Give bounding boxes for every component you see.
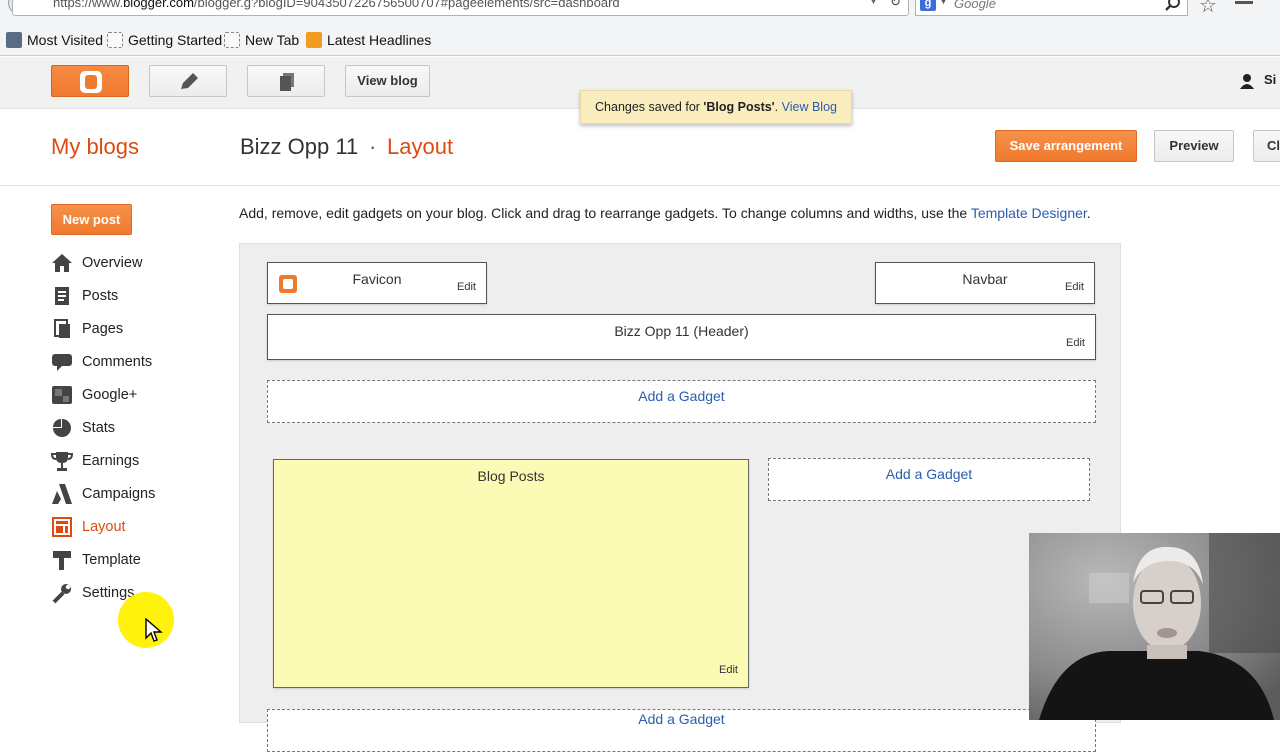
sidebar-item-campaigns[interactable]: Campaigns xyxy=(50,481,230,507)
add-gadget-button[interactable]: Add a Gadget xyxy=(267,380,1096,423)
chevron-down-icon[interactable]: ▼ xyxy=(868,0,879,7)
view-blog-button[interactable]: View blog xyxy=(345,65,430,97)
template-icon xyxy=(53,551,71,570)
navbar-gadget[interactable]: Navbar Edit xyxy=(875,262,1095,304)
webcam-overlay xyxy=(1029,533,1280,720)
trophy-icon xyxy=(51,452,73,471)
sidebar-item-pages[interactable]: Pages xyxy=(50,316,230,342)
posts-list-button[interactable] xyxy=(247,65,325,97)
title-separator: · xyxy=(369,134,377,159)
bookmarks-bar: Most Visited Getting Started New Tab Lat… xyxy=(0,29,1280,51)
home-icon xyxy=(52,254,72,272)
layout-canvas: Favicon Edit Navbar Edit Bizz Opp 11 (He… xyxy=(239,243,1121,752)
preview-button[interactable]: Preview xyxy=(1154,130,1234,162)
my-blogs-link[interactable]: My blogs xyxy=(51,134,139,160)
view-blog-link[interactable]: View Blog xyxy=(782,100,837,114)
search-placeholder: Google xyxy=(954,0,996,11)
blog-posts-gadget[interactable]: Blog Posts Edit xyxy=(273,459,749,688)
comments-icon xyxy=(52,354,72,371)
page-icon xyxy=(224,32,240,48)
stats-icon xyxy=(53,419,71,437)
documents-icon xyxy=(280,73,294,91)
new-post-button[interactable]: New post xyxy=(51,204,132,235)
sidebar-item-stats[interactable]: Stats xyxy=(50,415,230,441)
reload-icon[interactable]: ↻ xyxy=(890,0,901,10)
page-title: Layout xyxy=(387,134,454,159)
sidebar-item-earnings[interactable]: Earnings xyxy=(50,448,230,474)
rss-icon xyxy=(306,32,322,48)
edit-link[interactable]: Edit xyxy=(719,664,738,676)
add-gadget-sidebar-button[interactable]: Add a Gadget xyxy=(768,458,1090,501)
wrench-icon xyxy=(52,584,71,604)
edit-link[interactable]: Edit xyxy=(457,281,476,293)
presenter-video-image xyxy=(1029,533,1280,720)
changes-saved-notification: Changes saved for 'Blog Posts'. View Blo… xyxy=(580,90,852,124)
clear-button[interactable]: Cl xyxy=(1253,130,1280,162)
edit-link[interactable]: Edit xyxy=(1066,337,1085,349)
most-visited-icon xyxy=(6,32,22,48)
layout-instructions: Add, remove, edit gadgets on your blog. … xyxy=(239,205,1091,221)
sidebar-item-google-plus[interactable]: Google+ xyxy=(50,382,230,408)
mouse-cursor-icon xyxy=(145,618,163,642)
sidebar-item-comments[interactable]: Comments xyxy=(50,349,230,375)
page-icon xyxy=(107,32,123,48)
url-text[interactable]: https://www.blogger.com/blogger.g?blogID… xyxy=(53,0,620,10)
sidebar-item-template[interactable]: Template xyxy=(50,547,230,573)
blogger-logo-button[interactable] xyxy=(51,65,129,97)
save-arrangement-button[interactable]: Save arrangement xyxy=(995,130,1137,162)
google-icon[interactable]: g xyxy=(920,0,936,11)
gadget-title: Bizz Opp 11 (Header) xyxy=(614,323,749,339)
campaigns-icon xyxy=(52,484,72,504)
search-input[interactable]: g ▼ Google xyxy=(915,0,1188,16)
new-post-pencil-button[interactable] xyxy=(149,65,227,97)
sidebar-item-posts[interactable]: Posts xyxy=(50,283,230,309)
chevron-down-icon[interactable]: ▼ xyxy=(939,0,948,6)
layout-icon xyxy=(52,517,72,537)
gadget-title: Blog Posts xyxy=(477,468,545,484)
posts-icon xyxy=(55,287,69,305)
bookmark-new-tab[interactable]: New Tab xyxy=(224,29,299,51)
bookmark-latest-headlines[interactable]: Latest Headlines xyxy=(306,29,431,51)
gadget-title: Navbar xyxy=(962,271,1008,287)
template-designer-link[interactable]: Template Designer xyxy=(971,205,1087,221)
pages-icon xyxy=(54,319,70,338)
blog-title: Bizz Opp 11 xyxy=(240,134,359,159)
add-gadget-footer-button[interactable]: Add a Gadget xyxy=(267,709,1096,752)
star-icon[interactable]: ☆ xyxy=(1199,0,1217,18)
header-gadget[interactable]: Bizz Opp 11 (Header) Edit xyxy=(267,314,1096,360)
google-plus-icon xyxy=(52,386,72,404)
browser-toolbar: https://www.blogger.com/blogger.g?blogID… xyxy=(0,0,1280,56)
user-name[interactable]: Si xyxy=(1264,72,1276,87)
menu-icon[interactable] xyxy=(1234,0,1254,10)
bookmark-most-visited[interactable]: Most Visited xyxy=(6,29,103,51)
gadget-title: Favicon xyxy=(352,271,402,287)
sidebar-item-overview[interactable]: Overview xyxy=(50,250,230,276)
search-icon[interactable] xyxy=(1164,0,1182,13)
user-icon[interactable] xyxy=(1239,73,1255,89)
pencil-icon xyxy=(181,73,198,89)
edit-link[interactable]: Edit xyxy=(1065,281,1084,293)
bookmark-getting-started[interactable]: Getting Started xyxy=(107,29,222,51)
favicon-gadget[interactable]: Favicon Edit xyxy=(267,262,487,304)
blogger-logo-icon xyxy=(80,71,102,93)
sidebar-item-layout[interactable]: Layout xyxy=(50,514,230,540)
